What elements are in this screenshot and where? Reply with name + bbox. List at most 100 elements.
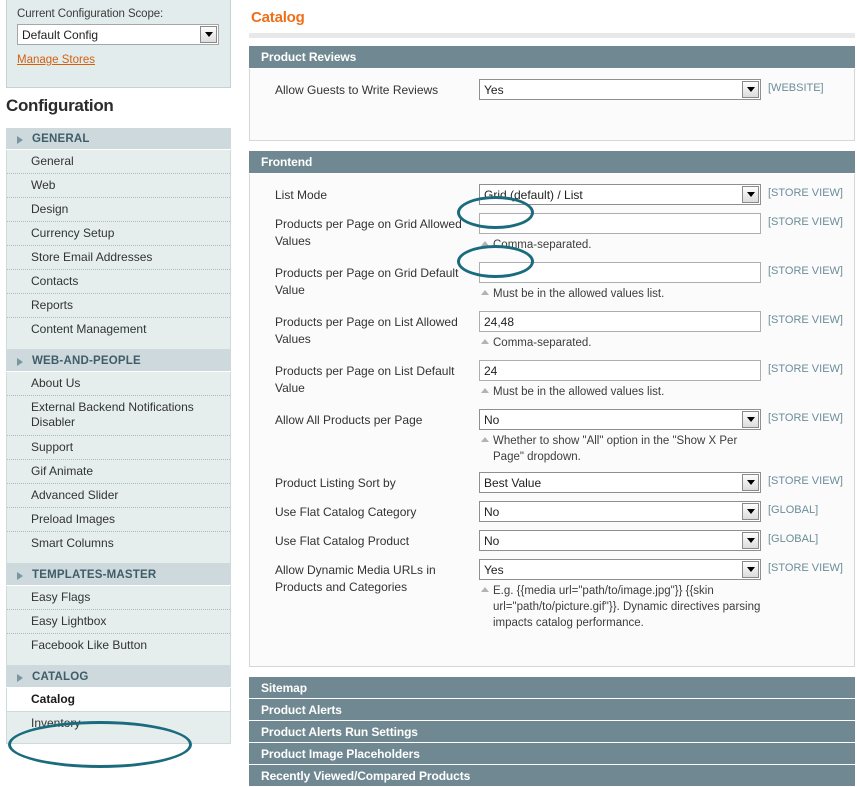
collapsed-section-sitemap[interactable]: Sitemap (249, 677, 855, 699)
sidebar-item-label: Preload Images (31, 512, 116, 526)
select-use-flat-catalog-category[interactable]: No (479, 501, 761, 522)
triangle-up-icon (481, 437, 489, 442)
sidebar-item-facebook-like-button[interactable]: Facebook Like Button (7, 634, 230, 658)
field-hint: Comma-separated. (479, 335, 769, 351)
input-products-per-page-on-grid-default-value[interactable] (479, 262, 761, 283)
chevron-down-icon[interactable] (742, 411, 759, 428)
sidebar-item-reports[interactable]: Reports (7, 294, 230, 318)
nav-group-general: GENERAL General Web Design Currency Setup Sto… (6, 128, 231, 350)
select-use-flat-catalog-product[interactable]: No (479, 530, 761, 551)
sidebar-item-label: Gif Animate (31, 464, 94, 478)
scope-select[interactable]: Default Config (17, 24, 219, 45)
scope-label: Current Configuration Scope: (17, 8, 164, 20)
select-allow-dynamic-media-urls-in-products-and-categories[interactable]: Yes (479, 559, 761, 580)
nav-group-label: CATALOG (32, 671, 89, 683)
input-products-per-page-on-list-allowed-values[interactable] (479, 311, 761, 332)
sidebar-item-smart-columns[interactable]: Smart Columns (7, 532, 230, 556)
nav-group-header-templates-master[interactable]: TEMPLATES-MASTER (6, 564, 231, 586)
sidebar-item-gif-animate[interactable]: Gif Animate (7, 460, 230, 484)
config-label: List Mode (275, 188, 328, 202)
sidebar-item-easy-lightbox[interactable]: Easy Lightbox (7, 610, 230, 634)
collapsed-section-product-image-placeholders[interactable]: Product Image Placeholders (249, 743, 855, 765)
config-label: Allow All Products per Page (275, 413, 423, 427)
select-list-mode[interactable]: Grid (default) / List (479, 184, 761, 205)
configuration-sections: Product Reviews Allow Guests to Write Rev… (247, 46, 857, 667)
fieldset-header-frontend[interactable]: Frontend (249, 151, 855, 174)
sidebar-item-content-management[interactable]: Content Management (7, 318, 230, 342)
collapsed-section-product-alerts-run-settings[interactable]: Product Alerts Run Settings (249, 721, 855, 743)
field-hint-text: Whether to show "All" option in the "Sho… (493, 435, 738, 463)
nav-group-web-and-people: WEB-AND-PEOPLE About Us External Backend N… (6, 350, 231, 564)
config-label: Allow Guests to Write Reviews (275, 83, 439, 97)
scope-tag: [STORE VIEW] (768, 187, 843, 199)
triangle-right-icon (17, 136, 23, 144)
title-divider (249, 33, 855, 38)
sidebar-item-label: Currency Setup (31, 226, 115, 240)
select-product-listing-sort-by[interactable]: Best Value (479, 472, 761, 493)
nav-group-header-catalog[interactable]: CATALOG (6, 666, 231, 688)
sidebar-item-label: Facebook Like Button (31, 638, 148, 652)
chevron-down-icon[interactable] (742, 503, 759, 520)
config-label: Products per Page on List Allowed Values (275, 315, 458, 346)
scope-tag: [GLOBAL] (768, 504, 819, 516)
sidebar-item-preload-images[interactable]: Preload Images (7, 508, 230, 532)
chevron-down-icon[interactable] (742, 81, 759, 98)
manage-stores-link[interactable]: Manage Stores (17, 54, 95, 66)
select-value: Best Value (484, 475, 542, 490)
config-label: Products per Page on Grid Default Value (275, 266, 459, 297)
select-value: No (484, 533, 500, 548)
field-hint-text: Comma-separated. (493, 337, 592, 349)
nav-group-header-general[interactable]: GENERAL (6, 128, 231, 150)
chevron-down-icon[interactable] (742, 561, 759, 578)
fieldset-header-product-reviews[interactable]: Product Reviews (249, 46, 855, 69)
config-field-wrapper: Yes E.g. {{media url="path/to/image.jpg"}… (479, 559, 769, 631)
sidebar-item-web[interactable]: Web (7, 174, 230, 198)
sidebar-item-about-us[interactable]: About Us (7, 372, 230, 396)
triangle-up-icon (481, 339, 489, 344)
sidebar-item-general[interactable]: General (7, 150, 230, 174)
config-row-allow-all-products-per-page: Allow All Products per Page No Whether to … (250, 409, 854, 471)
page-heading-configuration: Configuration (6, 96, 114, 115)
sidebar-item-support[interactable]: Support (7, 436, 230, 460)
field-hint: Must be in the allowed values list. (479, 384, 769, 400)
sidebar-item-catalog[interactable]: Catalog (7, 688, 230, 712)
chevron-down-icon[interactable] (742, 474, 759, 491)
config-row-product-listing-sort-by: Product Listing Sort by Best Value [STORE … (250, 472, 854, 500)
triangle-up-icon (481, 241, 489, 246)
field-hint-text: E.g. {{media url="path/to/image.jpg"}} {… (493, 585, 761, 629)
scope-tag: [STORE VIEW] (768, 562, 843, 574)
sidebar-item-external-backend-notifications-disabler[interactable]: External Backend Notifications Disabler (7, 396, 230, 436)
nav-group-header-web-and-people[interactable]: WEB-AND-PEOPLE (6, 350, 231, 372)
config-row-use-flat-catalog-product: Use Flat Catalog Product No [GLOBAL] (250, 530, 854, 558)
sidebar-item-design[interactable]: Design (7, 198, 230, 222)
sidebar-item-easy-flags[interactable]: Easy Flags (7, 586, 230, 610)
input-products-per-page-on-grid-allowed-values[interactable] (479, 213, 761, 234)
collapsed-section-product-alerts[interactable]: Product Alerts (249, 699, 855, 721)
scope-tag: [STORE VIEW] (768, 363, 843, 375)
config-label: Allow Dynamic Media URLs in Products and… (275, 563, 436, 594)
input-products-per-page-on-list-default-value[interactable] (479, 360, 761, 381)
collapsed-section-recently-viewed-compared-products[interactable]: Recently Viewed/Compared Products (249, 765, 855, 787)
config-row-allow-guests-to-write-reviews: Allow Guests to Write Reviews Yes [WEBSITE… (250, 79, 854, 127)
triangle-right-icon (17, 358, 23, 366)
config-row-products-per-page-on-list-allowed-values: Products per Page on List Allowed Values… (250, 311, 854, 359)
sidebar-item-label: Support (31, 440, 74, 454)
select-allow-guests-to-write-reviews[interactable]: Yes (479, 79, 761, 100)
sidebar-item-label: Store Email Addresses (31, 250, 153, 264)
sidebar-item-currency-setup[interactable]: Currency Setup (7, 222, 230, 246)
config-field-wrapper: Comma-separated. (479, 311, 769, 351)
sidebar-item-contacts[interactable]: Contacts (7, 270, 230, 294)
fieldset-frontend: Frontend List Mode Grid (default) / List [S… (249, 151, 855, 667)
config-row-products-per-page-on-grid-default-value: Products per Page on Grid Default Value M… (250, 262, 854, 310)
chevron-down-icon[interactable] (200, 26, 217, 43)
sidebar-item-inventory[interactable]: Inventory (7, 712, 230, 736)
chevron-down-icon[interactable] (742, 186, 759, 203)
select-allow-all-products-per-page[interactable]: No (479, 409, 761, 430)
sidebar-item-store-email-addresses[interactable]: Store Email Addresses (7, 246, 230, 270)
select-value: Grid (default) / List (484, 187, 583, 202)
triangle-up-icon (481, 290, 489, 295)
chevron-down-icon[interactable] (742, 532, 759, 549)
sidebar-item-advanced-slider[interactable]: Advanced Slider (7, 484, 230, 508)
triangle-up-icon (481, 388, 489, 393)
sidebar-item-label: Catalog (31, 692, 76, 706)
